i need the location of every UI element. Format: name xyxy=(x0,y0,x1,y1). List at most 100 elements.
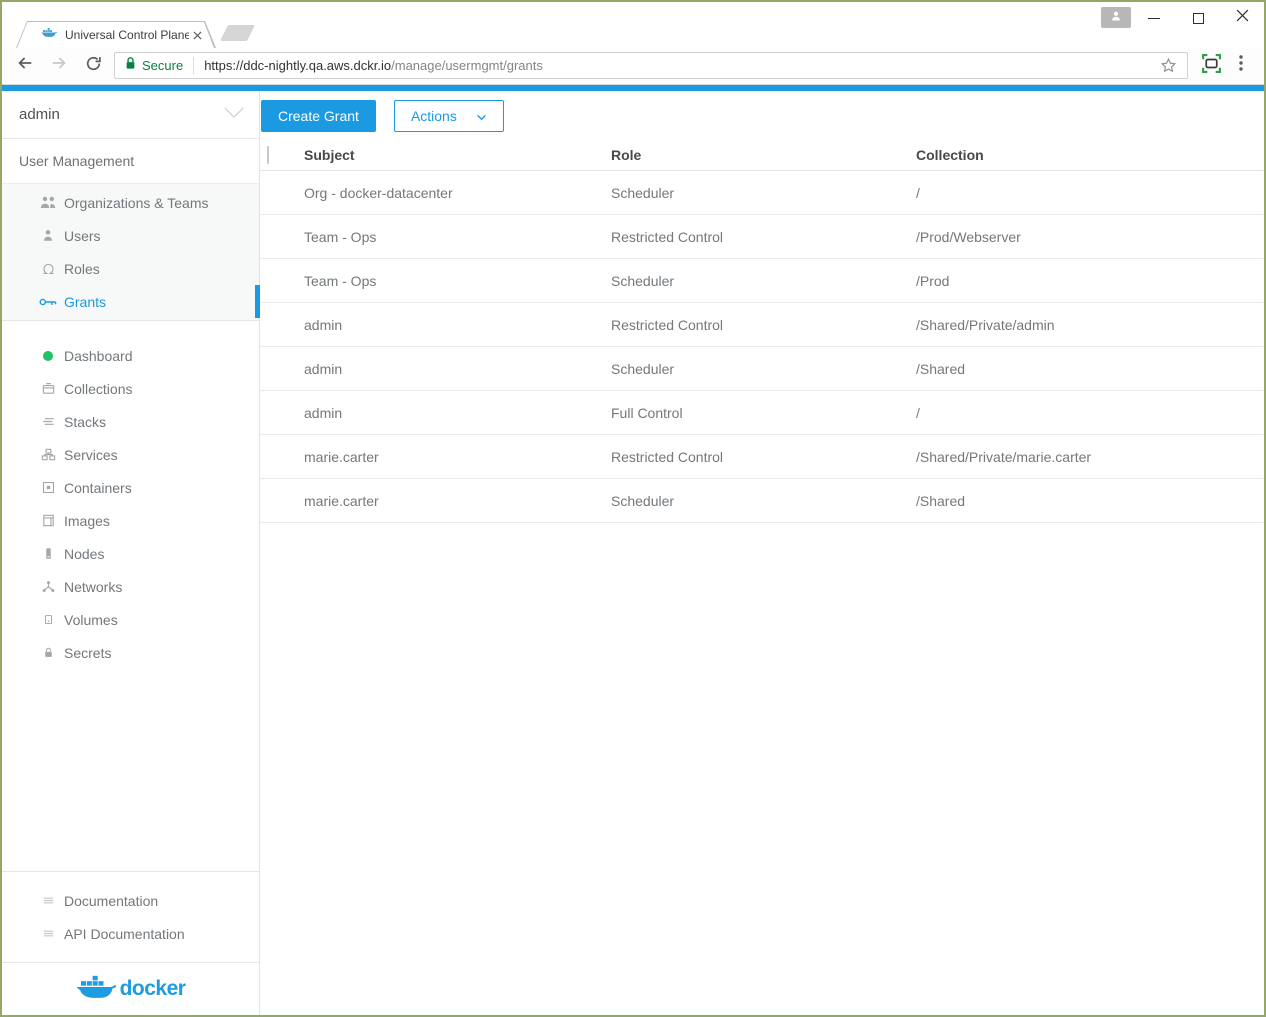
kebab-menu-icon xyxy=(1239,55,1243,76)
reload-button[interactable] xyxy=(76,51,110,81)
table-row[interactable]: admin Scheduler /Shared xyxy=(260,347,1264,391)
actions-dropdown-button[interactable]: Actions xyxy=(394,100,504,132)
key-icon xyxy=(39,294,57,310)
sidebar-item-label: Networks xyxy=(64,579,122,595)
secure-badge[interactable]: Secure xyxy=(125,56,183,75)
cell-role: Full Control xyxy=(611,405,916,421)
user-icon xyxy=(39,228,57,244)
sidebar-item-label: Secrets xyxy=(64,645,111,661)
table-row[interactable]: admin Restricted Control /Shared/Private… xyxy=(260,303,1264,347)
sidebar-item-label: Nodes xyxy=(64,546,104,562)
sidebar-item-label: Organizations & Teams xyxy=(64,195,208,211)
account-dropdown[interactable]: admin xyxy=(2,91,259,139)
create-grant-button[interactable]: Create Grant xyxy=(261,100,376,132)
url-separator xyxy=(193,57,194,74)
sidebar-item-collections[interactable]: Collections xyxy=(2,372,259,405)
sidebar-item-label: Roles xyxy=(64,261,100,277)
table-row[interactable]: admin Full Control / xyxy=(260,391,1264,435)
maximize-icon xyxy=(1193,13,1204,24)
sidebar-item-label: API Documentation xyxy=(64,926,185,942)
cell-collection: /Prod/Webserver xyxy=(916,229,1264,245)
chevron-down-icon xyxy=(223,106,245,124)
docker-logo[interactable]: docker xyxy=(2,962,259,1015)
table-row[interactable]: Team - Ops Restricted Control /Prod/Webs… xyxy=(260,215,1264,259)
sidebar-item-label: Documentation xyxy=(64,893,158,909)
close-button[interactable] xyxy=(1220,2,1264,34)
sidebar-item-api-documentation[interactable]: API Documentation xyxy=(2,917,259,950)
tab-close-icon[interactable] xyxy=(189,27,205,43)
screen-capture-extension-icon xyxy=(1201,53,1222,79)
table-row[interactable]: Org - docker-datacenter Scheduler / xyxy=(260,171,1264,215)
cell-role: Restricted Control xyxy=(611,449,916,465)
cell-subject: admin xyxy=(304,361,611,377)
back-icon xyxy=(16,54,34,77)
reload-icon xyxy=(85,55,102,77)
minimize-icon xyxy=(1148,18,1160,19)
select-all-checkbox[interactable] xyxy=(267,146,269,164)
sidebar-item-nodes[interactable]: Nodes xyxy=(2,537,259,570)
cell-collection: /Shared xyxy=(916,361,1264,377)
volumes-icon xyxy=(39,612,57,628)
account-name: admin xyxy=(19,106,60,123)
cell-subject: Team - Ops xyxy=(304,273,611,289)
column-header-collection: Collection xyxy=(916,147,1264,163)
doc-lines-icon xyxy=(39,926,57,942)
roles-icon xyxy=(39,261,57,277)
profile-avatar-button[interactable] xyxy=(1101,7,1131,28)
sidebar-item-roles[interactable]: Roles xyxy=(2,252,259,285)
secure-label: Secure xyxy=(142,58,183,73)
table-header-row: Subject Role Collection xyxy=(260,140,1264,171)
chrome-menu-button[interactable] xyxy=(1226,51,1256,81)
sidebar-item-images[interactable]: Images xyxy=(2,504,259,537)
new-tab-button[interactable] xyxy=(220,25,255,41)
sidebar-item-label: Volumes xyxy=(64,612,118,628)
table-row[interactable]: Team - Ops Scheduler /Prod xyxy=(260,259,1264,303)
cell-role: Scheduler xyxy=(611,493,916,509)
sidebar-item-secrets[interactable]: Secrets xyxy=(2,636,259,669)
forward-icon xyxy=(50,54,68,77)
docker-whale-icon xyxy=(76,972,116,1007)
section-title: User Management xyxy=(2,139,259,183)
browser-tab[interactable]: Universal Control Plane xyxy=(16,21,216,48)
selected-indicator xyxy=(255,285,260,318)
sidebar-item-stacks[interactable]: Stacks xyxy=(2,405,259,438)
bookmark-star-button[interactable] xyxy=(1157,55,1179,77)
main-content: Create Grant Actions Subject Role Collec… xyxy=(260,91,1264,1015)
sidebar-item-dashboard[interactable]: Dashboard xyxy=(2,339,259,372)
sidebar-item-services[interactable]: Services xyxy=(2,438,259,471)
sidebar-item-label: Dashboard xyxy=(64,348,133,364)
cell-collection: /Prod xyxy=(916,273,1264,289)
nodes-icon xyxy=(39,546,57,562)
actions-label: Actions xyxy=(411,108,457,124)
sidebar-item-grants[interactable]: Grants xyxy=(2,285,259,318)
titlebar: Universal Control Plane xyxy=(2,2,1264,47)
table-row[interactable]: marie.carter Scheduler /Shared xyxy=(260,479,1264,523)
sidebar-item-networks[interactable]: Networks xyxy=(2,570,259,603)
back-button[interactable] xyxy=(8,51,42,81)
url-bar[interactable]: Secure https://ddc-nightly.qa.aws.dckr.i… xyxy=(114,52,1188,79)
sidebar-item-volumes[interactable]: Volumes xyxy=(2,603,259,636)
networks-icon xyxy=(39,579,57,595)
forward-button[interactable] xyxy=(42,51,76,81)
close-icon xyxy=(1236,9,1249,27)
cell-collection: /Shared/Private/admin xyxy=(916,317,1264,333)
table-row[interactable]: marie.carter Restricted Control /Shared/… xyxy=(260,435,1264,479)
sidebar-item-label: Grants xyxy=(64,294,106,310)
sidebar-item-containers[interactable]: Containers xyxy=(2,471,259,504)
cell-subject: admin xyxy=(304,405,611,421)
cell-collection: /Shared xyxy=(916,493,1264,509)
cell-role: Restricted Control xyxy=(611,317,916,333)
docker-logo-text: docker xyxy=(120,977,186,1001)
sidebar-item-label: Containers xyxy=(64,480,132,496)
column-header-subject: Subject xyxy=(304,147,611,163)
cell-role: Restricted Control xyxy=(611,229,916,245)
sidebar-item-documentation[interactable]: Documentation xyxy=(2,884,259,917)
extension-button[interactable] xyxy=(1196,51,1226,81)
sidebar-item-organizations-teams[interactable]: Organizations & Teams xyxy=(2,186,259,219)
sidebar-item-users[interactable]: Users xyxy=(2,219,259,252)
tab-title: Universal Control Plane xyxy=(65,28,189,42)
doc-lines-icon xyxy=(39,893,57,909)
maximize-button[interactable] xyxy=(1176,2,1220,34)
sidebar-item-label: Services xyxy=(64,447,118,463)
minimize-button[interactable] xyxy=(1132,2,1176,34)
